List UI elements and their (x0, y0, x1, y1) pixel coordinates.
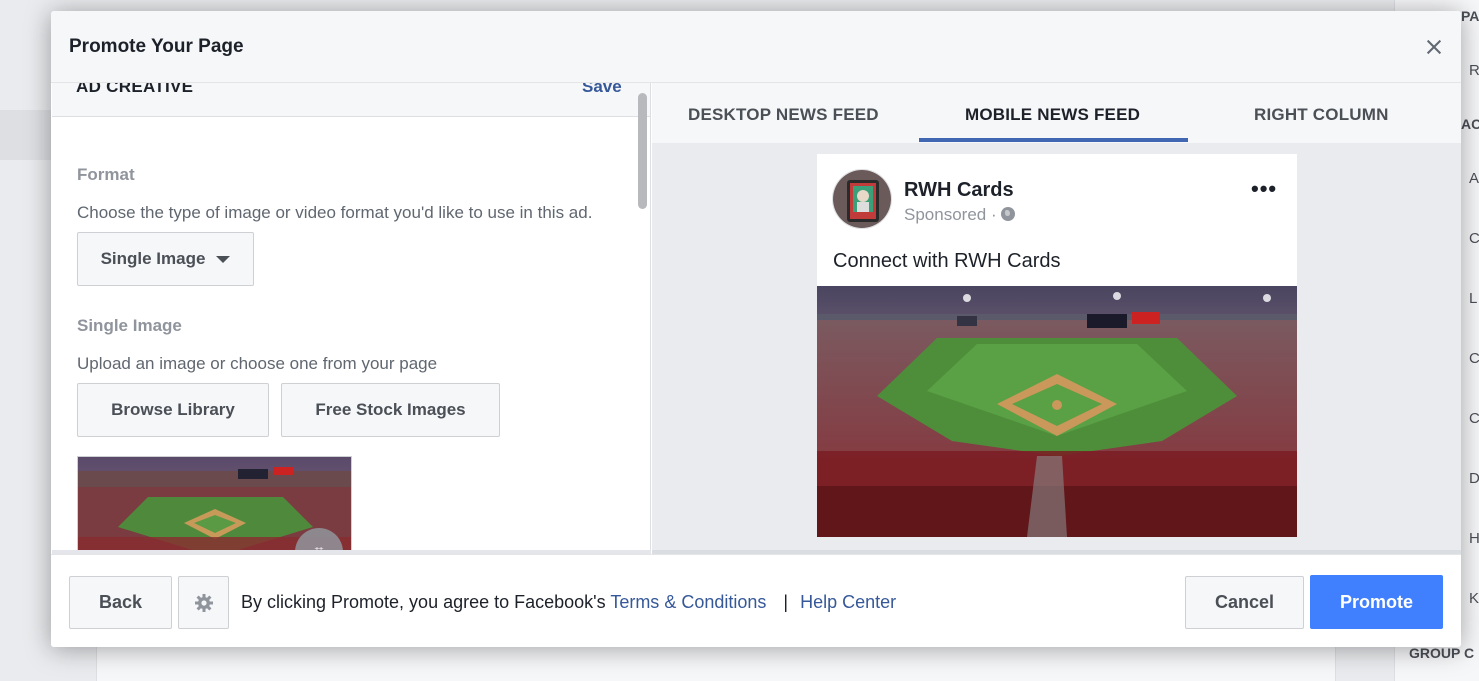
cancel-button[interactable]: Cancel (1185, 576, 1304, 629)
free-stock-images-button[interactable]: Free Stock Images (281, 383, 500, 437)
modal-title: Promote Your Page (69, 36, 244, 57)
format-dropdown-label: Single Image (100, 249, 206, 268)
ad-image (817, 286, 1297, 537)
settings-button[interactable] (178, 576, 229, 629)
browse-library-button[interactable]: Browse Library (77, 383, 269, 437)
tab-mobile-news-feed[interactable]: MOBILE NEWS FEED (965, 105, 1140, 125)
sidebar-item[interactable]: C (1469, 350, 1479, 367)
sidebar-item[interactable]: K (1469, 590, 1479, 607)
active-tab-indicator (919, 138, 1188, 142)
format-description: Choose the type of image or video format… (77, 203, 593, 222)
stadium-ad-image (817, 286, 1297, 537)
sidebar-item[interactable]: C (1469, 230, 1479, 247)
promote-page-modal: Promote Your Page AD CREATIVE Save Forma… (51, 11, 1461, 647)
legal-separator: | (783, 592, 789, 612)
scrollbar-thumb[interactable] (638, 93, 647, 209)
modal-header: Promote Your Page (51, 11, 1461, 83)
sidebar-heading: ACT (1461, 116, 1479, 132)
page-name[interactable]: RWH Cards (904, 179, 1014, 202)
sidebar-item[interactable]: A (1469, 170, 1479, 187)
close-icon[interactable] (1422, 35, 1446, 59)
placement-tabs: DESKTOP NEWS FEED MOBILE NEWS FEED RIGHT… (652, 83, 1461, 143)
single-image-description: Upload an image or choose one from your … (77, 354, 438, 373)
section-title: AD CREATIVE (76, 83, 194, 96)
sponsored-text: Sponsored · (904, 205, 997, 224)
save-link[interactable]: Save (582, 83, 622, 97)
caret-down-icon (216, 255, 231, 263)
modal-footer: Back By clicking Promote, you agree to F… (51, 554, 1461, 647)
sidebar-item[interactable]: H (1469, 530, 1479, 547)
gear-icon (194, 593, 213, 612)
tab-desktop-news-feed[interactable]: DESKTOP NEWS FEED (688, 105, 879, 125)
legal-text: By clicking Promote, you agree to Facebo… (241, 592, 896, 613)
ad-preview-card: RWH Cards Sponsored · ••• Connect with R… (817, 154, 1297, 537)
more-options-icon[interactable]: ••• (1251, 178, 1277, 200)
page-avatar-image (833, 170, 891, 228)
ad-preview-panel: DESKTOP NEWS FEED MOBILE NEWS FEED RIGHT… (652, 83, 1461, 553)
post-text: Connect with RWH Cards (833, 250, 1061, 272)
sidebar-item[interactable]: D (1469, 470, 1479, 487)
tab-right-column[interactable]: RIGHT COLUMN (1254, 105, 1389, 125)
sidebar-item[interactable]: R (1469, 62, 1479, 79)
sponsored-label: Sponsored · (904, 205, 1015, 225)
format-dropdown[interactable]: Single Image (77, 232, 254, 286)
sidebar-footer-heading: GROUP C (1409, 645, 1475, 661)
section-header: AD CREATIVE Save (52, 83, 650, 117)
back-button[interactable]: Back (69, 576, 172, 629)
single-image-label: Single Image (77, 316, 182, 335)
format-label: Format (77, 165, 135, 184)
terms-link[interactable]: Terms & Conditions (610, 592, 766, 612)
globe-icon (1000, 207, 1015, 221)
sidebar-item[interactable]: L (1469, 290, 1477, 307)
promote-button[interactable]: Promote (1310, 575, 1443, 629)
legal-prefix: By clicking Promote, you agree to Facebo… (241, 592, 606, 612)
avatar[interactable] (832, 169, 892, 229)
ad-creative-panel: AD CREATIVE Save Format Choose the type … (52, 83, 651, 553)
sidebar-heading: PA (1461, 8, 1479, 24)
help-center-link[interactable]: Help Center (800, 592, 896, 612)
sidebar-item[interactable]: C (1469, 410, 1479, 427)
